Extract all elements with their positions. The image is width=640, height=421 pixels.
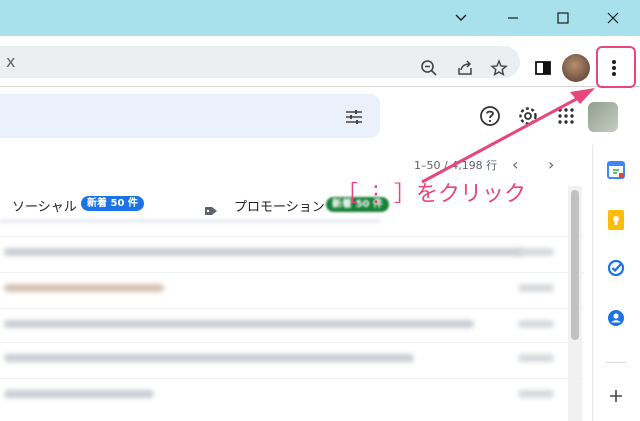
annotation-callout: ［ ⋮ ］をクリック — [336, 182, 526, 207]
annotation-arrow — [421, 88, 595, 184]
